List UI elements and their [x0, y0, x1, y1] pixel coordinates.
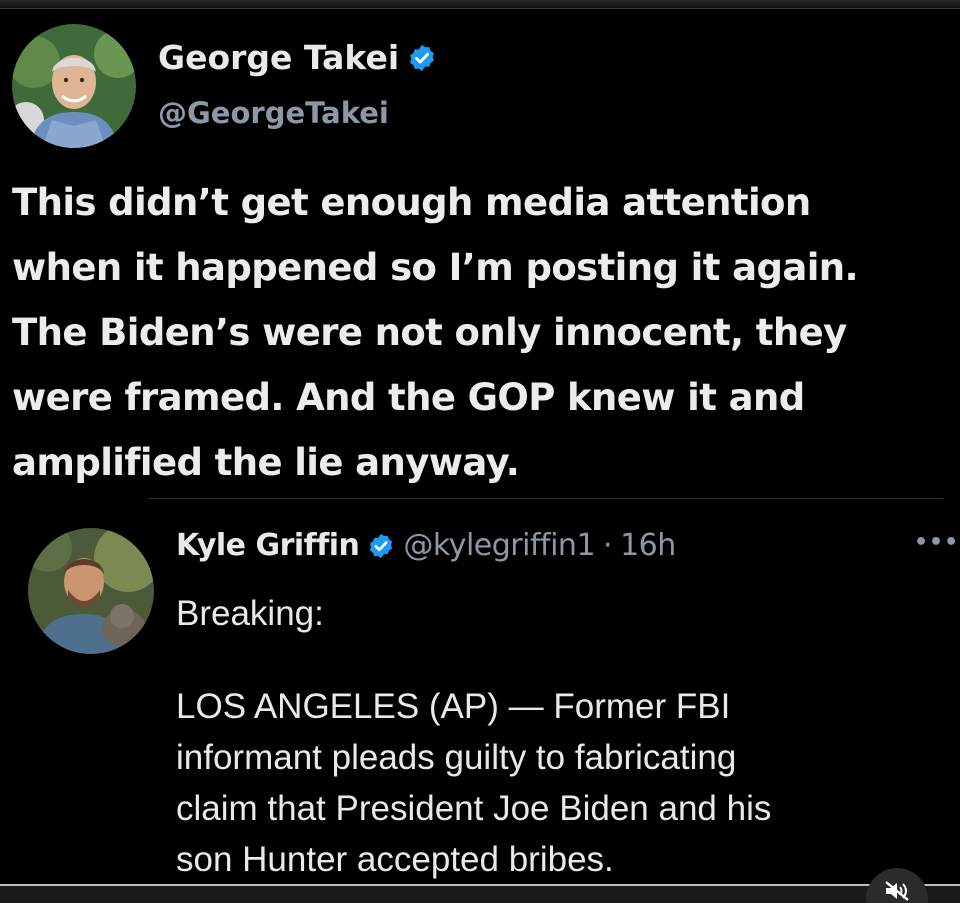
quoted-text-line: LOS ANGELES (AP) — Former FBI — [176, 687, 731, 726]
verified-badge-icon — [367, 532, 395, 560]
speaker-muted-icon — [885, 881, 909, 901]
divider — [148, 498, 943, 499]
more-horizontal-icon[interactable]: ••• — [914, 530, 959, 555]
quoted-header: Kyle Griffin @kylegriffin1 · 16h — [176, 528, 676, 563]
verified-badge-icon — [407, 43, 437, 73]
author-handle[interactable]: @GeorgeTakei — [158, 96, 389, 130]
bottom-image-edge — [0, 886, 960, 903]
quoted-author-avatar[interactable] — [28, 528, 154, 654]
quoted-lead: Breaking: — [176, 594, 324, 633]
meta-separator: · — [603, 528, 613, 563]
tweet-text-line: This didn’t get enough media attention — [12, 181, 811, 224]
tweet-text-line: when it happened so I’m posting it again… — [12, 246, 859, 289]
quoted-author-name[interactable]: Kyle Griffin — [176, 528, 360, 563]
quoted-timestamp[interactable]: 16h — [620, 528, 676, 563]
tweet-text-line: were framed. And the GOP knew it and — [12, 376, 805, 419]
quoted-text-line: claim that President Joe Biden and his — [176, 789, 772, 828]
quoted-text-line: informant pleads guilty to fabricating — [176, 738, 737, 777]
quoted-tweet-text: Breaking: LOS ANGELES (AP) — Former FBI … — [176, 588, 936, 885]
author-name[interactable]: George Takei — [158, 38, 399, 77]
quoted-author-handle[interactable]: @kylegriffin1 — [403, 528, 595, 563]
quoted-text-line: son Hunter accepted bribes. — [176, 840, 614, 879]
author-name-row[interactable]: George Takei — [158, 38, 437, 77]
tweet-text-line: amplified the lie anyway. — [12, 441, 520, 484]
tweet-text: This didn’t get enough media attention w… — [12, 170, 952, 495]
tweet-text-line: The Biden’s were not only innocent, they — [12, 311, 847, 354]
author-avatar[interactable] — [12, 24, 136, 148]
top-image-edge — [0, 0, 960, 9]
